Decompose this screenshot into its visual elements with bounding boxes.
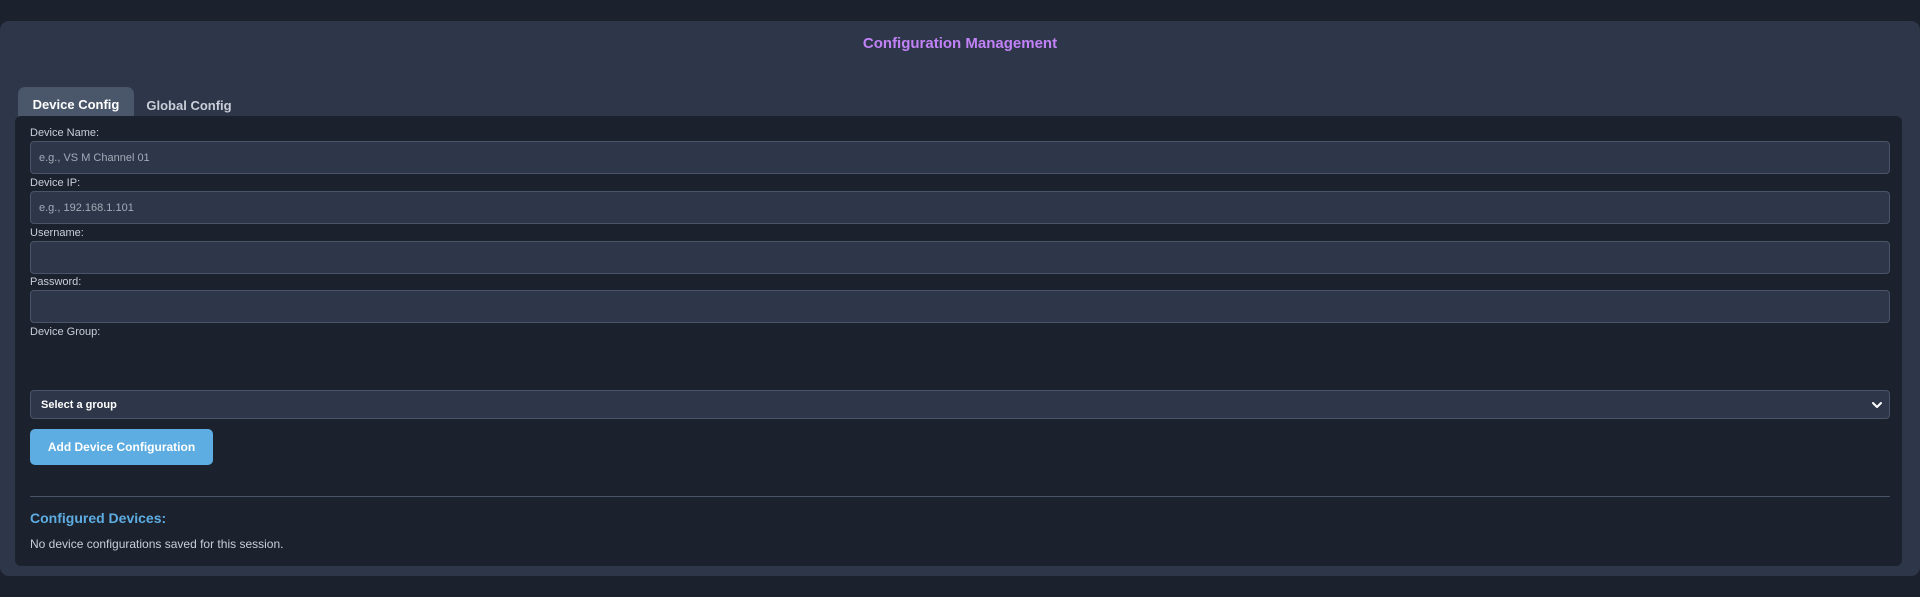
chevron-down-icon [1872, 402, 1882, 408]
username-input[interactable] [30, 241, 1890, 274]
device-group-selected-value: Select a group [41, 398, 117, 411]
password-label: Password: [30, 276, 82, 288]
configured-devices-heading: Configured Devices: [30, 510, 167, 526]
username-label: Username: [30, 227, 84, 239]
device-config-form: Device Name: Device IP: Username: Passwo… [15, 116, 1902, 566]
config-panel: Configuration Management Device Config G… [0, 21, 1920, 576]
configured-devices-empty-message: No device configurations saved for this … [30, 537, 284, 551]
add-device-configuration-button[interactable]: Add Device Configuration [30, 429, 213, 465]
device-name-label: Device Name: [30, 127, 100, 139]
device-ip-label: Device IP: [30, 177, 81, 189]
device-ip-input[interactable] [30, 191, 1890, 224]
section-divider [30, 496, 1890, 497]
device-name-input[interactable] [30, 141, 1890, 174]
password-input[interactable] [30, 290, 1890, 323]
device-group-select[interactable]: Select a group [30, 390, 1890, 419]
panel-title: Configuration Management [862, 35, 1058, 52]
device-group-label: Device Group: [30, 326, 101, 338]
